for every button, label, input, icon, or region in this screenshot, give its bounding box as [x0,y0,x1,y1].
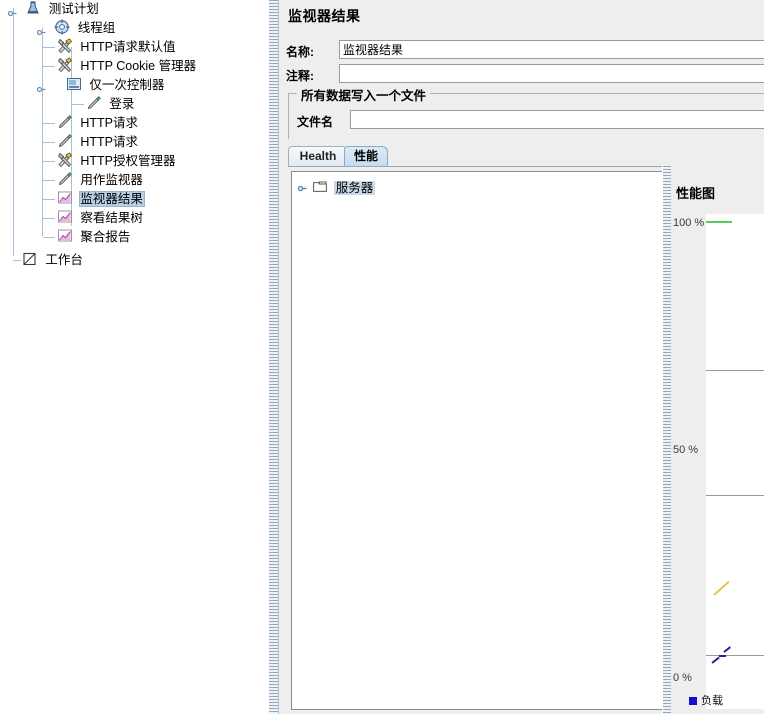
tree-item-label: HTTP授权管理器 [80,154,176,169]
tree-item-test-plan[interactable]: 测试计划 [7,0,264,19]
listener-icon [57,209,73,225]
http-sampler-icon [86,95,102,111]
tree-connector [13,260,21,261]
tree-connector [43,47,55,48]
http-sampler-icon [57,133,73,149]
tree-item-label: 测试计划 [48,2,99,17]
tree-item-http-auth-manager[interactable]: HTTP授权管理器 [43,152,264,171]
chart-gridline [706,370,764,371]
comment-label: 注释: [286,69,314,83]
expand-handle-icon[interactable] [7,5,17,17]
performance-chart-panel: 性能图 100 % 50 % 0 % 负载 [671,166,764,714]
tree-connector [43,199,55,200]
series-load-line [711,656,720,664]
tree-item-monitor-results[interactable]: 监视器结果 [43,190,264,209]
test-plan-icon [25,0,41,16]
tree-item-http-defaults[interactable]: HTTP请求默认值 [43,38,264,57]
http-sampler-icon [57,114,73,130]
config-element-icon [57,38,73,54]
y-axis-label-50: 50 % [673,444,699,456]
main-split-divider[interactable] [268,0,279,714]
name-field-row: 名称: [286,40,764,61]
tree-item-label: 工作台 [45,253,83,268]
page-title: 监视器结果 [288,8,361,24]
tab-performance-label: 性能 [353,149,378,163]
expand-handle-icon[interactable] [297,180,307,192]
tree-item-http-cookie-manager[interactable]: HTTP Cookie 管理器 [43,57,264,76]
series-load-line [723,646,731,653]
tree-item-aggregate-report[interactable]: 聚合报告 [43,228,264,247]
tree-item-label: 仅一次控制器 [89,78,165,93]
tree-item-label: 察看结果树 [80,211,143,226]
server-tree[interactable]: 服务器 [291,171,668,710]
tree-item-monitor-sampler[interactable]: 用作监视器 [43,171,264,190]
http-sampler-icon [57,171,73,187]
y-axis-label-0: 0 % [673,672,692,684]
chart-legend: 负载 [689,692,723,708]
expand-handle-icon[interactable] [36,24,46,36]
filename-input[interactable] [350,110,764,129]
series-load-line [719,655,726,657]
tree-item-label: 用作监视器 [80,173,143,188]
tab-bar: Health 性能 [288,146,764,166]
tree-connector [13,8,14,256]
series-memory-line [713,580,730,596]
tree-connector [43,218,55,219]
filename-label: 文件名 [297,115,334,129]
comment-field-row: 注释: [286,64,764,85]
listener-icon [57,228,73,244]
tree-item-login-sampler[interactable]: 登录 [72,95,264,114]
tree-item-label: HTTP请求默认值 [80,40,176,55]
thread-group-icon [54,19,70,35]
tree-item-label: 聚合报告 [80,230,131,245]
name-label: 名称: [286,45,314,59]
test-plan-tree[interactable]: 测试计划 线程组 HTTP请求默认值 HTTP Cookie 管理器 仅一次控制… [0,0,264,714]
chart-gridline [706,655,764,656]
legend-label-load: 负载 [701,695,723,707]
tree-item-label: HTTP Cookie 管理器 [80,59,197,74]
name-input[interactable] [339,40,764,59]
tree-connector [72,104,84,105]
tree-connector [43,66,55,67]
jmeter-window: 测试计划 线程组 HTTP请求默认值 HTTP Cookie 管理器 仅一次控制… [0,0,764,714]
tree-connector [43,180,55,181]
config-element-icon [57,152,73,168]
series-health-line [706,221,732,223]
listener-icon [57,190,73,206]
tree-connector [43,123,55,124]
tree-connector [43,237,55,238]
comment-input[interactable] [339,64,764,83]
tab-health[interactable]: Health [288,146,348,166]
tree-item-label: 线程组 [77,21,116,36]
chart-title: 性能图 [676,186,716,201]
workbench-icon [22,251,38,267]
tree-connector [42,28,43,236]
tree-item-http-request-2[interactable]: HTTP请求 [43,133,264,152]
tree-item-http-request-1[interactable]: HTTP请求 [43,114,264,133]
tab-health-label: Health [299,149,337,163]
chart-gridline [706,495,764,496]
server-tree-root-row[interactable]: 服务器 [297,178,667,196]
tree-item-label: 登录 [109,97,135,112]
server-tree-root-label: 服务器 [333,180,376,195]
tree-item-once-only-controller[interactable]: 仅一次控制器 [36,76,264,95]
tree-connector [43,161,55,162]
tree-item-workbench[interactable]: 工作台 [13,251,264,270]
chart-plot-area [706,214,764,709]
group-title: 所有数据写入一个文件 [297,85,431,104]
tab-performance[interactable]: 性能 [344,146,388,166]
expand-handle-icon[interactable] [36,81,46,93]
legend-swatch-load [689,697,697,705]
folder-icon [313,180,328,193]
write-all-data-group: 所有数据写入一个文件 文件名 [288,85,764,139]
tree-item-label: HTTP请求 [80,116,138,131]
tree-item-view-results-tree[interactable]: 察看结果树 [43,209,264,228]
tree-item-thread-group[interactable]: 线程组 [36,19,264,38]
tree-item-label: HTTP请求 [80,135,138,150]
y-axis-label-100: 100 % [673,217,705,229]
controller-icon [66,76,82,92]
config-element-icon [57,57,73,73]
tree-item-label: 监视器结果 [79,191,145,208]
tree-connector [43,142,55,143]
